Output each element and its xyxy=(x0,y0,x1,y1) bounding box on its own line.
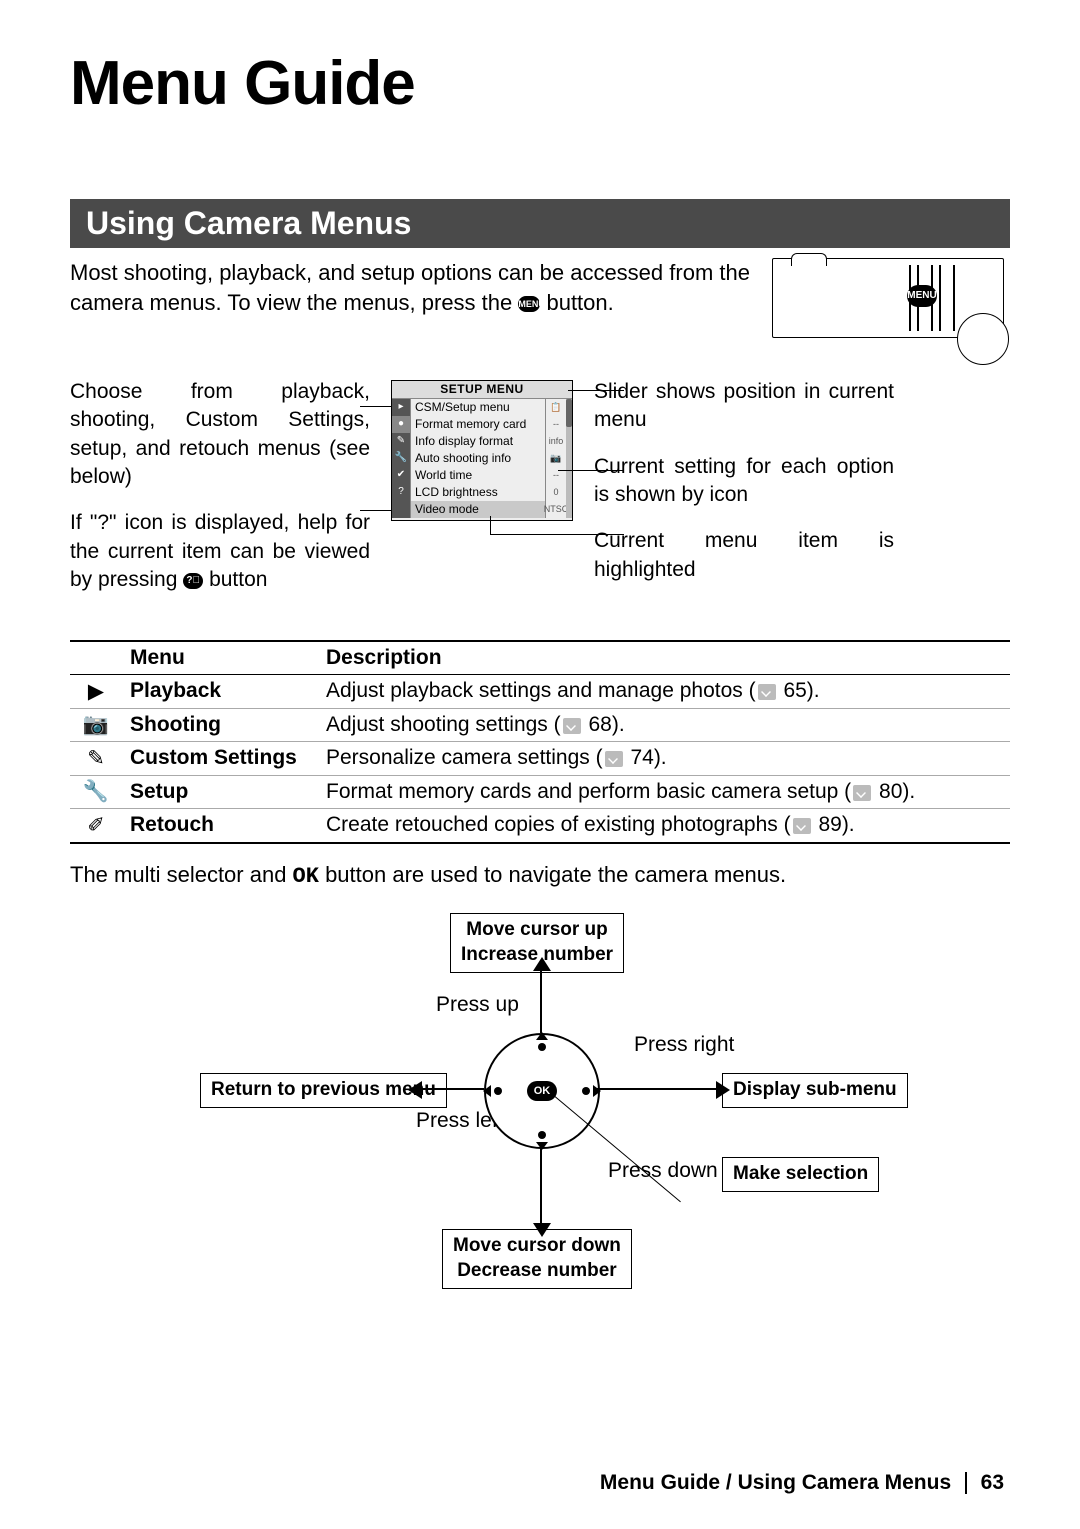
lcd-icon: ✎ xyxy=(392,433,410,450)
nav-text-b: button are used to navigate the camera m… xyxy=(319,862,786,887)
menu-row-name: Shooting xyxy=(122,709,318,742)
lcd-val: NTSC xyxy=(546,501,566,518)
intro-text: Most shooting, playback, and setup optio… xyxy=(70,258,752,317)
page-title: Menu Guide xyxy=(70,48,1010,119)
lcd-val: -- xyxy=(546,416,566,433)
page-ref-icon xyxy=(793,818,811,834)
lcd-icon: ● xyxy=(392,416,410,433)
help-button-icon: ?⃝ xyxy=(183,573,203,589)
nav-text: The multi selector and OK button are use… xyxy=(70,862,1010,889)
menu-row-name: Custom Settings xyxy=(122,742,318,776)
press-right-label: Press right xyxy=(634,1033,734,1057)
lcd-item: Info display format xyxy=(411,433,545,450)
camera-menu-button-icon: MENU xyxy=(907,285,937,307)
lcd-icon: ▸ xyxy=(392,399,410,416)
multi-selector-icon: OK xyxy=(484,1033,600,1149)
lcd-val: 📷 xyxy=(546,450,566,467)
ms-l: Make selection xyxy=(733,1163,868,1184)
footer-page-number: 63 xyxy=(981,1471,1004,1495)
make-selection-box: Make selection xyxy=(722,1157,879,1192)
right-note-1: Slider shows position in current menu xyxy=(594,378,894,435)
table-row: ▶PlaybackAdjust playback settings and ma… xyxy=(70,675,1010,709)
lcd-values: 📋 -- info 📷 -- 0 NTSC xyxy=(546,399,566,518)
intro-text-part2: button. xyxy=(540,290,613,315)
lcd-screenshot: SETUP MENU ▸ ● ✎ 🔧 ✔ ? CSM/Setup menu Fo… xyxy=(391,380,573,521)
lcd-item: Format memory card xyxy=(411,416,545,433)
th-desc: Description xyxy=(318,641,1010,675)
menu-row-desc: Create retouched copies of existing phot… xyxy=(318,809,1010,844)
menu-row-icon: ✐ xyxy=(70,809,122,844)
menu-row-name: Playback xyxy=(122,675,318,709)
selector-diagram: Move cursor up Increase number Return to… xyxy=(130,913,950,1293)
left-note-2: If "?" icon is displayed, help for the c… xyxy=(70,509,370,594)
th-menu: Menu xyxy=(122,641,318,675)
nav-text-a: The multi selector and xyxy=(70,862,293,887)
left-l: Return to previous menu xyxy=(211,1079,436,1100)
lcd-item: CSM/Setup menu xyxy=(411,399,545,416)
lcd-icon: ? xyxy=(392,484,410,501)
lcd-options: CSM/Setup menu Format memory card Info d… xyxy=(410,399,546,518)
intro-text-part1: Most shooting, playback, and setup optio… xyxy=(70,260,750,315)
page-ref-icon xyxy=(563,718,581,734)
right-note-3: Current menu item is highlighted xyxy=(594,527,894,584)
right-l: Display sub-menu xyxy=(733,1079,897,1100)
menu-table: Menu Description ▶PlaybackAdjust playbac… xyxy=(70,640,1010,844)
left-note-1: Choose from playback, shooting, Custom S… xyxy=(70,378,370,491)
menu-row-desc: Adjust shooting settings ( 68). xyxy=(318,709,1010,742)
section-heading: Using Camera Menus xyxy=(70,199,1010,248)
lcd-val: 📋 xyxy=(546,399,566,416)
table-row: ✐RetouchCreate retouched copies of exist… xyxy=(70,809,1010,844)
table-row: 📷ShootingAdjust shooting settings ( 68). xyxy=(70,709,1010,742)
page-ref-icon xyxy=(758,684,776,700)
right-action-box: Display sub-menu xyxy=(722,1073,908,1108)
left-note-2b: button xyxy=(203,568,267,591)
lcd-icon: ✔ xyxy=(392,467,410,484)
table-row: ✎Custom SettingsPersonalize camera setti… xyxy=(70,742,1010,776)
menu-row-icon: 📷 xyxy=(70,709,122,742)
dn-l2: Decrease number xyxy=(457,1260,616,1281)
lcd-val: 0 xyxy=(546,484,566,501)
camera-diagram: MENU xyxy=(772,258,1004,338)
menu-row-icon: ✎ xyxy=(70,742,122,776)
ok-label-inline: OK xyxy=(293,864,319,889)
up-l1: Move cursor up xyxy=(466,919,607,940)
menu-row-desc: Personalize camera settings ( 74). xyxy=(318,742,1010,776)
menu-button-icon: MENU xyxy=(518,296,540,312)
press-down-label: Press down xyxy=(608,1159,718,1183)
table-row: 🔧SetupFormat memory cards and perform ba… xyxy=(70,776,1010,809)
page-ref-icon xyxy=(853,785,871,801)
ok-button-icon: OK xyxy=(527,1081,557,1101)
lcd-item: LCD brightness xyxy=(411,484,545,501)
lcd-item: Auto shooting info xyxy=(411,450,545,467)
menu-row-name: Retouch xyxy=(122,809,318,844)
page-footer: Menu Guide / Using Camera Menus 63 xyxy=(0,1471,1080,1495)
press-up-label: Press up xyxy=(436,993,519,1017)
menu-row-icon: ▶ xyxy=(70,675,122,709)
menu-row-name: Setup xyxy=(122,776,318,809)
lcd-slider xyxy=(566,399,572,518)
footer-path: Menu Guide / Using Camera Menus xyxy=(600,1471,951,1495)
down-action-box: Move cursor down Decrease number xyxy=(442,1229,632,1288)
menu-row-desc: Format memory cards and perform basic ca… xyxy=(318,776,1010,809)
menu-row-desc: Adjust playback settings and manage phot… xyxy=(318,675,1010,709)
lcd-title: SETUP MENU xyxy=(392,381,572,399)
menu-row-icon: 🔧 xyxy=(70,776,122,809)
lcd-icon-column: ▸ ● ✎ 🔧 ✔ ? xyxy=(392,399,410,518)
right-note-2: Current setting for each option is shown… xyxy=(594,453,894,510)
lcd-val: info xyxy=(546,433,566,450)
lcd-icon: 🔧 xyxy=(392,450,410,467)
lcd-item: World time xyxy=(411,467,545,484)
lcd-item-selected: Video mode xyxy=(411,501,545,518)
page-ref-icon xyxy=(605,751,623,767)
dn-l1: Move cursor down xyxy=(453,1235,621,1256)
